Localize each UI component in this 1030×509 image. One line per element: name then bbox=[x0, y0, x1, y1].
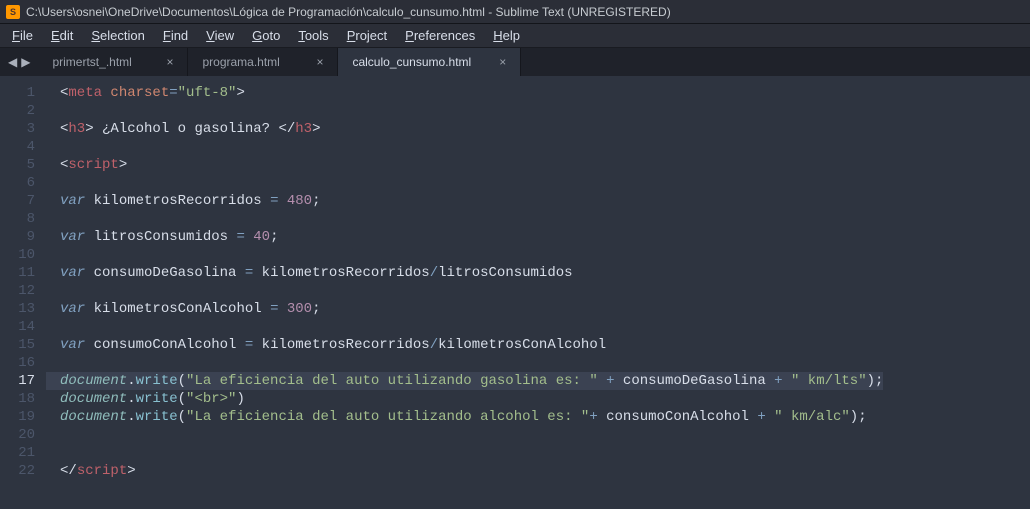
tab-2[interactable]: calculo_cunsumo.html × bbox=[338, 48, 521, 76]
line-number: 4 bbox=[0, 138, 35, 156]
tabs-row: ◀ ▶ primertst_.html×programa.html×calcul… bbox=[0, 48, 1030, 76]
code-line[interactable] bbox=[60, 210, 883, 228]
code-line[interactable]: </script> bbox=[60, 462, 883, 480]
menu-preferences[interactable]: Preferences bbox=[397, 26, 483, 45]
line-number: 6 bbox=[0, 174, 35, 192]
line-number: 1 bbox=[0, 84, 35, 102]
code-line[interactable]: <meta charset="uft-8"> bbox=[60, 84, 883, 102]
code-line[interactable] bbox=[60, 138, 883, 156]
tab-label: programa.html bbox=[202, 55, 279, 69]
menu-help[interactable]: Help bbox=[485, 26, 528, 45]
code-line[interactable] bbox=[60, 246, 883, 264]
gutter: 12345678910111213141516171819202122 bbox=[0, 76, 46, 509]
line-number: 16 bbox=[0, 354, 35, 372]
line-number: 15 bbox=[0, 336, 35, 354]
code-area[interactable]: <meta charset="uft-8"> <h3> ¿Alcohol o g… bbox=[46, 76, 883, 509]
code-line[interactable]: document.write("<br>") bbox=[60, 390, 883, 408]
menu-selection[interactable]: Selection bbox=[83, 26, 152, 45]
tab-1[interactable]: programa.html × bbox=[188, 48, 338, 76]
menu-view[interactable]: View bbox=[198, 26, 242, 45]
menu-find[interactable]: Find bbox=[155, 26, 196, 45]
window-title: C:\Users\osnei\OneDrive\Documentos\Lógic… bbox=[26, 5, 671, 19]
line-number: 13 bbox=[0, 300, 35, 318]
line-number: 17 bbox=[0, 372, 35, 390]
code-line[interactable]: var kilometrosConAlcohol = 300; bbox=[60, 300, 883, 318]
line-number: 11 bbox=[0, 264, 35, 282]
code-line[interactable] bbox=[60, 318, 883, 336]
line-number: 21 bbox=[0, 444, 35, 462]
code-line[interactable] bbox=[60, 282, 883, 300]
code-line[interactable] bbox=[60, 102, 883, 120]
tab-label: calculo_cunsumo.html bbox=[352, 55, 471, 69]
line-number: 8 bbox=[0, 210, 35, 228]
code-line[interactable]: var litrosConsumidos = 40; bbox=[60, 228, 883, 246]
code-line[interactable]: var kilometrosRecorridos = 480; bbox=[60, 192, 883, 210]
code-line[interactable]: document.write("La eficiencia del auto u… bbox=[60, 408, 883, 426]
title-bar: S C:\Users\osnei\OneDrive\Documentos\Lóg… bbox=[0, 0, 1030, 24]
code-line[interactable] bbox=[60, 174, 883, 192]
nav-back-icon[interactable]: ◀ bbox=[8, 55, 17, 69]
line-number: 20 bbox=[0, 426, 35, 444]
nav-forward-icon[interactable]: ▶ bbox=[21, 55, 30, 69]
code-line[interactable]: var consumoConAlcohol = kilometrosRecorr… bbox=[60, 336, 883, 354]
tab-label: primertst_.html bbox=[52, 55, 131, 69]
close-icon[interactable]: × bbox=[499, 55, 506, 69]
code-line[interactable]: var consumoDeGasolina = kilometrosRecorr… bbox=[60, 264, 883, 282]
code-line[interactable] bbox=[60, 354, 883, 372]
line-number: 5 bbox=[0, 156, 35, 174]
editor[interactable]: 12345678910111213141516171819202122 <met… bbox=[0, 76, 1030, 509]
menu-file[interactable]: File bbox=[4, 26, 41, 45]
code-line[interactable]: <script> bbox=[60, 156, 883, 174]
code-line[interactable]: <h3> ¿Alcohol o gasolina? </h3> bbox=[60, 120, 883, 138]
menu-edit[interactable]: Edit bbox=[43, 26, 81, 45]
menu-tools[interactable]: Tools bbox=[290, 26, 336, 45]
line-number: 7 bbox=[0, 192, 35, 210]
line-number: 10 bbox=[0, 246, 35, 264]
menu-bar: FileEditSelectionFindViewGotoToolsProjec… bbox=[0, 24, 1030, 48]
line-number: 22 bbox=[0, 462, 35, 480]
menu-goto[interactable]: Goto bbox=[244, 26, 288, 45]
line-number: 9 bbox=[0, 228, 35, 246]
menu-project[interactable]: Project bbox=[339, 26, 395, 45]
line-number: 14 bbox=[0, 318, 35, 336]
code-line[interactable] bbox=[60, 426, 883, 444]
line-number: 12 bbox=[0, 282, 35, 300]
close-icon[interactable]: × bbox=[316, 55, 323, 69]
close-icon[interactable]: × bbox=[166, 55, 173, 69]
app-icon: S bbox=[6, 5, 20, 19]
tab-0[interactable]: primertst_.html × bbox=[38, 48, 188, 76]
line-number: 19 bbox=[0, 408, 35, 426]
code-line[interactable]: document.write("La eficiencia del auto u… bbox=[46, 372, 883, 390]
tab-nav-arrows: ◀ ▶ bbox=[0, 48, 38, 76]
code-line[interactable] bbox=[60, 444, 883, 462]
line-number: 18 bbox=[0, 390, 35, 408]
line-number: 3 bbox=[0, 120, 35, 138]
line-number: 2 bbox=[0, 102, 35, 120]
